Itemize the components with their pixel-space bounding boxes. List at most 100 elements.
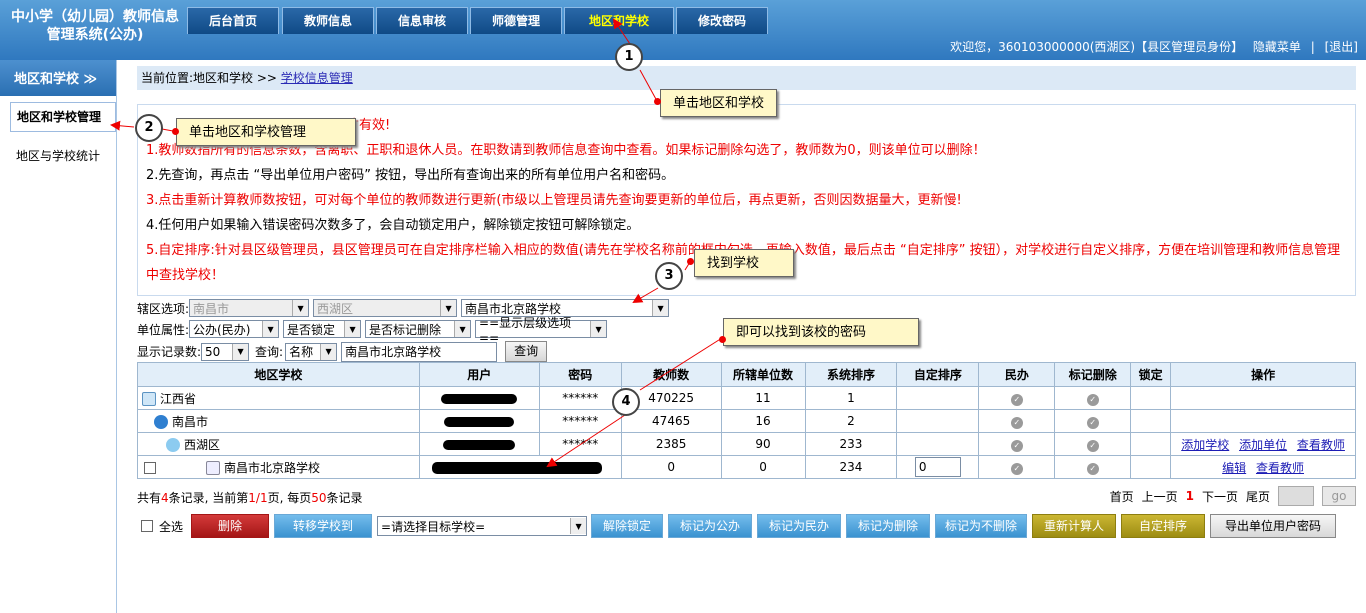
stats-text: 页, 每页 [267, 491, 312, 505]
stats-count: 4 [161, 491, 169, 505]
filter-row-query: 显示记录数: 50 ▼ 查询: 名称 ▼ 南昌市北京路学校 查询 [137, 341, 548, 362]
callout-1: 单击地区和学校 [660, 89, 778, 117]
home-icon [142, 392, 156, 406]
callout-2: 单击地区和学校管理 [176, 118, 356, 146]
col-header: 教师数 [620, 362, 722, 387]
row-teachers: 2385 [620, 432, 722, 456]
top-header: 中小学（幼儿园）教师信息 管理系统(公办) 后台首页 教师信息 信息审核 师德管… [0, 0, 1366, 60]
pager-prev[interactable]: 上一页 [1142, 488, 1178, 505]
step-marker-1: 1 [615, 43, 643, 71]
locked-select[interactable]: 是否锁定 ▼ [283, 320, 362, 338]
row-sort: 233 [804, 432, 898, 456]
welcome-text: 欢迎您，360103000000(西湖区)【县区管理员身份】 [950, 40, 1244, 54]
page-number-input[interactable] [1278, 486, 1314, 506]
levels-select[interactable]: ==显示层级选项== ▼ [475, 316, 608, 345]
sidebar-item-region-school-stats[interactable]: 地区与学校统计 [0, 142, 116, 170]
row-password: ****** [538, 386, 622, 410]
district-select[interactable]: 西湖区 ▼ [313, 299, 458, 317]
col-header: 用户 [418, 362, 540, 387]
row-teachers: 47465 [620, 409, 722, 433]
pager-next[interactable]: 下一页 [1202, 488, 1238, 505]
mark-public-button[interactable]: 标记为公办 [668, 514, 753, 538]
pager-first[interactable]: 首页 [1110, 488, 1134, 505]
mark-private-button[interactable]: 标记为民办 [757, 514, 842, 538]
add-school-link[interactable]: 添加学校 [1181, 438, 1229, 452]
custom-sort-button[interactable]: 自定排序 [1121, 514, 1206, 538]
table-row: 江西省 ****** 470225 11 1 ✓ ✓ [137, 386, 1356, 410]
check-icon: ✓ [1010, 462, 1023, 475]
tab-home[interactable]: 后台首页 [187, 7, 279, 34]
pager-go-button[interactable]: go [1322, 486, 1356, 506]
row-units: 90 [720, 432, 806, 456]
hide-menu-link[interactable]: 隐藏菜单 [1253, 40, 1301, 54]
table-row: 南昌市 ****** 47465 16 2 ✓ ✓ [137, 409, 1356, 433]
area-label: 辖区选项: [137, 301, 190, 316]
query-button[interactable]: 查询 [505, 341, 548, 362]
export-passwords-button[interactable]: 导出单位用户密码 [1210, 514, 1337, 538]
callout-dot [172, 128, 179, 135]
sidebar-item-region-school-management[interactable]: 地区和学校管理 [10, 102, 116, 132]
select-all-checkbox[interactable] [141, 520, 153, 532]
stats-per: 50 [311, 491, 327, 505]
logo-line2: 管理系统(公办) [46, 27, 144, 43]
callout-dot [719, 336, 726, 343]
count-select[interactable]: 50 ▼ [201, 342, 250, 361]
edit-link[interactable]: 编辑 [1222, 461, 1246, 475]
mark-undelete-button[interactable]: 标记为不删除 [935, 514, 1028, 538]
mark-delete-button[interactable]: 标记为删除 [846, 514, 931, 538]
deleted-select[interactable]: 是否标记删除 ▼ [365, 320, 472, 338]
table-header-row: 地区学校 用户 密码 教师数 所辖单位数 系统排序 自定排序 民办 标记删除 锁… [137, 362, 1356, 387]
row-units: 0 [720, 455, 806, 479]
query-input[interactable]: 南昌市北京路学校 [341, 341, 498, 362]
check-icon: ✓ [1086, 393, 1099, 406]
callout-4: 即可以找到该校的密码 [723, 318, 919, 346]
check-icon: ✓ [1010, 416, 1023, 429]
callout-dot [687, 258, 694, 265]
row-name: 西湖区 [184, 437, 221, 452]
tab-teacher-info[interactable]: 教师信息 [282, 7, 374, 34]
unlock-button[interactable]: 解除锁定 [591, 514, 664, 538]
col-header: 自定排序 [896, 362, 980, 387]
delete-button[interactable]: 删除 [191, 514, 270, 538]
filter-row-area: 辖区选项: 南昌市 ▼ 西湖区 ▼ 南昌市北京路学校 ▼ [137, 299, 673, 317]
row-sort: 234 [804, 455, 898, 479]
tab-region-school[interactable]: 地区和学校 [564, 7, 674, 34]
view-teachers-link[interactable]: 查看教师 [1256, 461, 1304, 475]
attr-select[interactable]: 公办(民办) ▼ [189, 320, 280, 338]
view-teachers-link[interactable]: 查看教师 [1297, 438, 1345, 452]
stats-page: 1/1 [248, 491, 268, 505]
city-select[interactable]: 南昌市 ▼ [189, 299, 310, 317]
col-header: 锁定 [1130, 362, 1172, 387]
row-teachers: 0 [620, 455, 722, 479]
tab-info-review[interactable]: 信息审核 [376, 7, 468, 34]
breadcrumb-link[interactable]: 学校信息管理 [281, 71, 353, 85]
logout-link[interactable]: [退出] [1325, 40, 1358, 54]
row-password: ****** [538, 432, 622, 456]
row-name: 南昌市 [172, 414, 209, 429]
step-marker-3: 3 [655, 262, 683, 290]
add-unit-link[interactable]: 添加单位 [1239, 438, 1287, 452]
col-header: 密码 [538, 362, 622, 387]
tab-ethics[interactable]: 师德管理 [470, 7, 562, 34]
divider: | [1310, 40, 1315, 54]
custom-sort-input[interactable]: 0 [914, 457, 961, 477]
filter-row-attr: 单位属性: 公办(民办) ▼ 是否锁定 ▼ 是否标记删除 ▼ ==显示层级选项== ▼ [137, 316, 611, 345]
check-icon: ✓ [1010, 439, 1023, 452]
check-icon: ✓ [1086, 462, 1099, 475]
pager-last[interactable]: 尾页 [1246, 488, 1270, 505]
attr-label: 单位属性: [137, 322, 190, 337]
target-school-select[interactable]: =请选择目标学校= ▼ [377, 516, 588, 536]
chevron-down-icon[interactable]: ≫ [84, 72, 98, 87]
logo-line1: 中小学（幼儿园）教师信息 [11, 9, 179, 25]
note-3: 3.点击重新计算教师数按钮，可对每个单位的教师数进行更新(市级以上管理员请先查询… [146, 193, 962, 208]
recount-button[interactable]: 重新计算人数 [1032, 514, 1117, 555]
tab-change-password[interactable]: 修改密码 [676, 7, 768, 34]
row-sort: 1 [804, 386, 898, 410]
query-field-select[interactable]: 名称 ▼ [285, 342, 338, 361]
stats-text: 条记录 [326, 491, 363, 505]
transfer-school-button[interactable]: 转移学校到 [274, 514, 373, 538]
action-bar: 全选 删除 转移学校到 =请选择目标学校= ▼ 解除锁定 标记为公办 标记为民办 … [137, 514, 1341, 555]
district-icon [166, 438, 180, 452]
check-icon: ✓ [1086, 439, 1099, 452]
row-checkbox[interactable] [144, 462, 156, 474]
